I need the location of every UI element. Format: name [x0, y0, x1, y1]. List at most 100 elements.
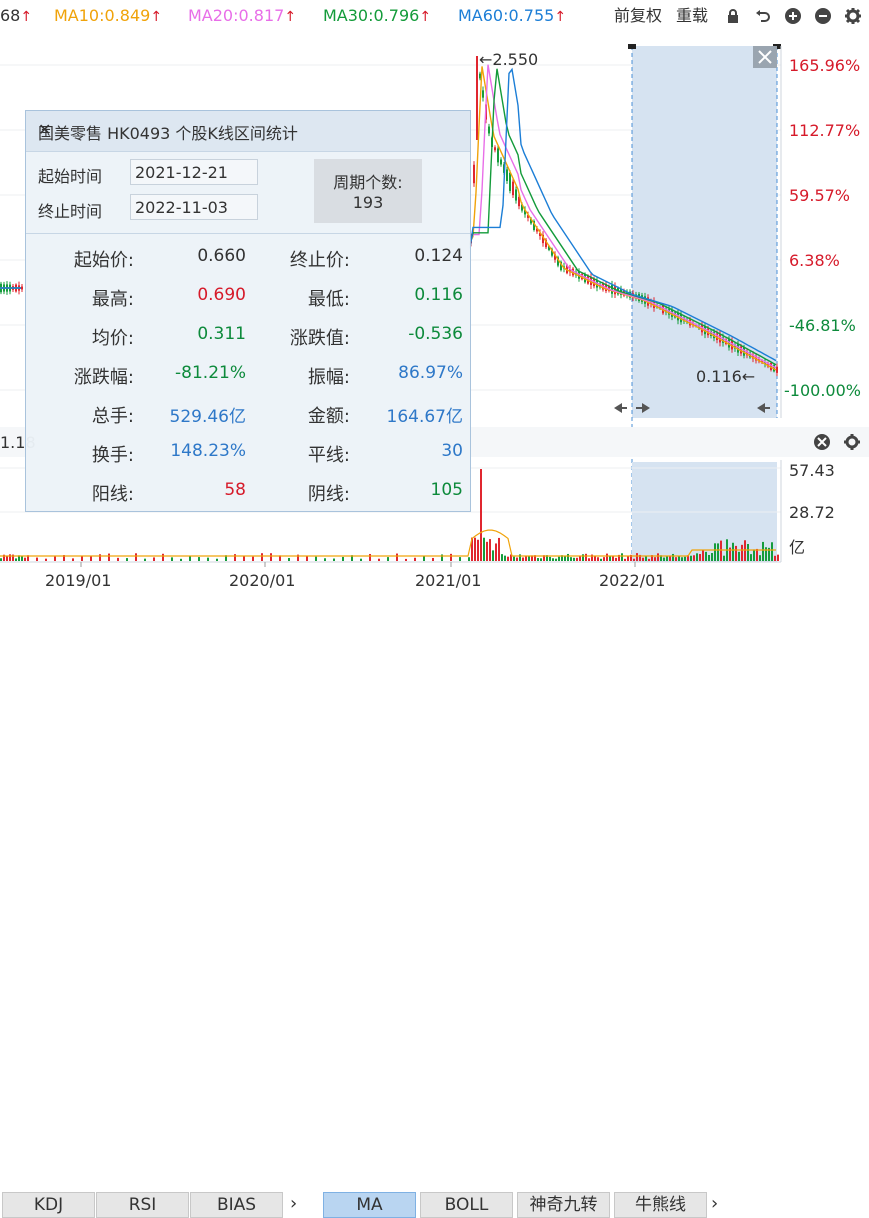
candle-body [497, 148, 499, 163]
start-time-input[interactable]: 2021-12-21 [130, 159, 258, 185]
stat-label: 均价: [91, 328, 134, 349]
indicator-tabs: KDJ RSI BIAS › MA BOLL 神奇九转 牛熊线 › [0, 594, 869, 1218]
tab-kdj[interactable]: KDJ [2, 1192, 95, 1218]
volume-bar [153, 557, 155, 561]
interval-stats-panel[interactable]: 国美零售 HK0493 个股K线区间统计 ✕ 起始时间 2021-12-21 终… [25, 110, 471, 512]
volume-bar [501, 554, 503, 561]
volume-bar [600, 558, 602, 561]
ma60-label: MA60:0.755↑ [458, 6, 567, 25]
undo-icon[interactable] [755, 8, 771, 24]
volume-bar [450, 553, 452, 561]
volume-bar [588, 558, 590, 561]
candle-body [515, 189, 517, 201]
selection-region[interactable] [632, 46, 777, 418]
volume-bar [492, 550, 494, 561]
volume-bar [666, 556, 668, 561]
volume-bar [648, 558, 650, 561]
tab-ma[interactable]: MA [323, 1192, 416, 1218]
stat-label: 涨跌幅: [73, 367, 134, 388]
time-tick: 2021/01 [415, 571, 481, 590]
selection-left-handle[interactable] [628, 44, 636, 49]
volume-bar [720, 540, 722, 561]
panel-divider [26, 233, 470, 234]
volume-bar [672, 553, 674, 561]
volume-bar [777, 554, 779, 561]
zoom-in-icon[interactable] [785, 8, 801, 24]
volume-bar [207, 557, 209, 561]
tab-bull-bear[interactable]: 牛熊线 [614, 1192, 707, 1218]
volume-bar [396, 553, 398, 561]
stat-value: 0.116 [414, 285, 463, 305]
volume-bar [198, 557, 200, 561]
volume-bar [678, 556, 680, 561]
end-time-label: 终止时间 [38, 202, 103, 221]
price-tick: 6.38% [789, 251, 840, 270]
volume-bar [762, 541, 764, 561]
left-tabs-more-icon[interactable]: › [290, 1192, 297, 1216]
volume-bar [504, 555, 506, 561]
volume-bar [90, 556, 92, 561]
panel-title-bar[interactable]: 国美零售 HK0493 个股K线区间统计 ✕ [26, 111, 470, 152]
price-axis: 165.96% 112.77% 59.57% 6.38% -46.81% -10… [784, 56, 861, 400]
ma20-label: MA20:0.817↑ [188, 6, 297, 25]
volume-bar [552, 558, 554, 561]
volume-bar [570, 557, 572, 561]
end-time-input[interactable]: 2022-11-03 [130, 194, 258, 220]
candle-body [776, 366, 778, 373]
volume-bar [180, 558, 182, 561]
volume-bar [495, 543, 497, 561]
candle-body [500, 159, 502, 165]
volume-bar [765, 547, 767, 561]
volume-bar [723, 555, 725, 561]
volume-bar [324, 558, 326, 561]
tab-bias[interactable]: BIAS [190, 1192, 283, 1218]
volume-bar [516, 557, 518, 561]
right-tabs-more-icon[interactable]: › [711, 1192, 718, 1216]
volume-bar [774, 555, 776, 561]
volume-bar [477, 539, 479, 561]
volume-bar [711, 553, 713, 561]
volume-bar [378, 558, 380, 561]
panel-close-icon[interactable]: ✕ [38, 120, 456, 139]
zoom-out-icon[interactable] [815, 8, 831, 24]
selection-close-button[interactable] [753, 46, 777, 68]
gear-icon[interactable] [845, 8, 861, 24]
volume-tick: 亿 [789, 538, 805, 557]
tab-boll[interactable]: BOLL [420, 1192, 513, 1218]
period-count-box: 周期个数: 193 [314, 159, 422, 223]
volume-bar [432, 557, 434, 561]
volume-bar [564, 556, 566, 561]
stat-label: 起始价: [73, 250, 134, 271]
period-count-value: 193 [352, 193, 384, 212]
lock-icon[interactable] [725, 8, 741, 24]
volume-bar [753, 549, 755, 561]
volume-bar [624, 558, 626, 561]
stat-value: 0.124 [414, 246, 463, 266]
tab-rsi[interactable]: RSI [96, 1192, 189, 1218]
volume-bar [54, 556, 56, 561]
volume-bar [522, 557, 524, 561]
time-axis: 2019/01 2020/01 2021/01 2022/01 [45, 562, 665, 590]
stat-label: 换手: [91, 445, 134, 466]
volume-bar [663, 557, 665, 561]
volume-bar [696, 553, 698, 561]
volume-bar [621, 553, 623, 561]
price-tick: -46.81% [789, 316, 856, 335]
volume-close-icon[interactable] [814, 434, 830, 450]
candle-body [509, 172, 511, 191]
volume-bar [750, 554, 752, 561]
indicator-bar: 68↑ MA10:0.849↑ MA20:0.817↑ MA30:0.796↑ … [0, 0, 869, 32]
low-price-label: 0.116← [696, 367, 755, 386]
volume-bar [243, 555, 245, 561]
stat-label: 振幅: [307, 367, 350, 388]
volume-bar [387, 557, 389, 561]
volume-bar [135, 553, 137, 561]
volume-bar [540, 558, 542, 561]
candle-body [494, 147, 496, 151]
volume-bar [261, 553, 263, 561]
adjust-button[interactable]: 前复权 [614, 0, 662, 32]
stat-label: 金额: [307, 406, 350, 427]
tab-magic-nine[interactable]: 神奇九转 [517, 1192, 610, 1218]
stat-value: -81.21% [175, 363, 246, 383]
reload-button[interactable]: 重载 [676, 0, 708, 32]
